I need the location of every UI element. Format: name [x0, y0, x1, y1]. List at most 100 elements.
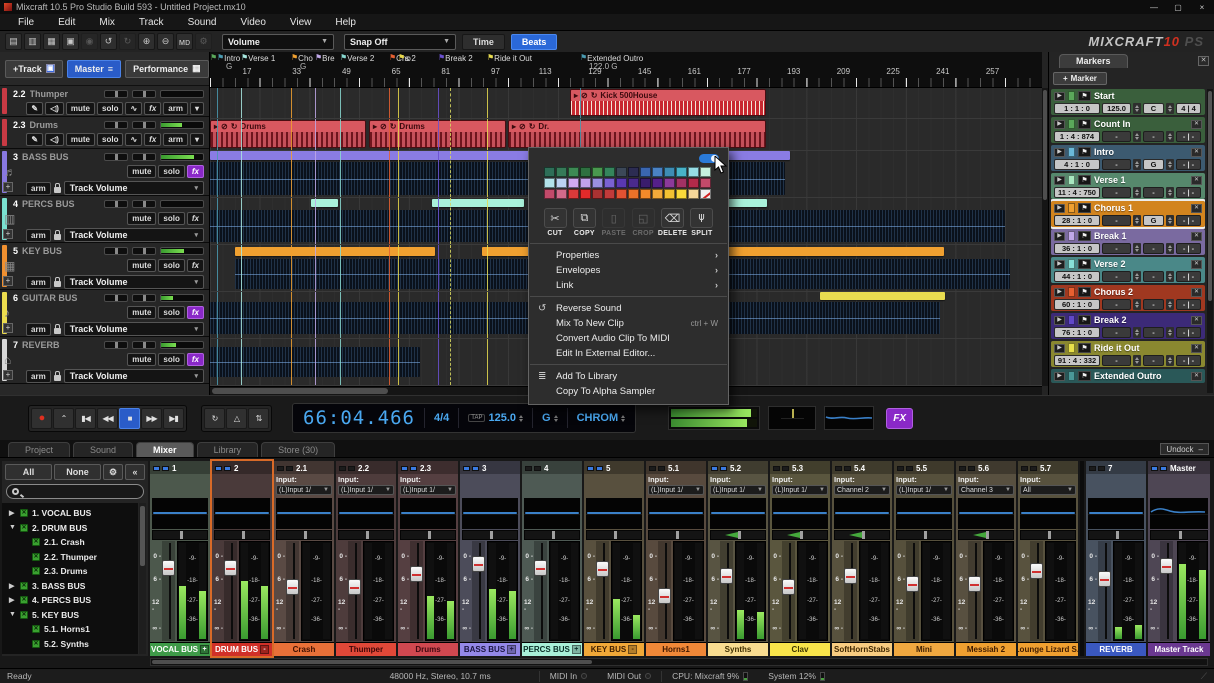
fader-handle[interactable] [534, 560, 547, 576]
tree-item-2-3-drums[interactable]: ✕2.3. Drums [2, 564, 138, 579]
select-all-button[interactable]: All [5, 464, 52, 480]
fader-handle[interactable] [224, 560, 237, 576]
color-swatch[interactable] [628, 178, 639, 188]
marker-time-signature[interactable]: - | - [1176, 271, 1201, 282]
color-swatch[interactable] [580, 189, 591, 199]
marker-color-chip[interactable] [1068, 287, 1075, 297]
channel-name-label[interactable]: VOCAL BUS+ [150, 642, 210, 656]
midi-icon[interactable]: ᴍᴅ [176, 33, 193, 50]
close-button[interactable]: × [1190, 0, 1214, 14]
color-swatch[interactable] [688, 167, 699, 177]
mixer-channel-5[interactable]: 50 -6 -12 -∞ --9--18--27--36-KEY BUS- [584, 461, 644, 656]
mixer-channel-2.2[interactable]: 2.2Input:(L)Input 1/▼0 -6 -12 -∞ --9--18… [336, 461, 396, 656]
pan-handle[interactable] [366, 531, 369, 539]
track-header-5[interactable]: 5KEY BUS▦mutesolofxarmTrack Volume▾+ [0, 243, 209, 290]
channel-eq-display[interactable] [896, 498, 952, 529]
marker-time-signature[interactable]: - | - [1176, 187, 1201, 198]
record-button[interactable]: ● [31, 408, 52, 429]
color-swatch[interactable] [640, 167, 651, 177]
channel-fader[interactable] [472, 541, 485, 641]
input-select[interactable]: (L)Input 1/▼ [648, 485, 704, 495]
channel-pan-slider[interactable] [338, 530, 394, 540]
expand-icon[interactable]: ▶ [1054, 316, 1065, 325]
pan-handle[interactable] [1116, 531, 1119, 539]
time-signature[interactable]: 4/4 [424, 408, 449, 428]
markers-scrollbar[interactable] [1207, 89, 1213, 393]
color-swatch[interactable] [568, 167, 579, 177]
channel-fader[interactable] [410, 541, 423, 641]
scrollbar-thumb[interactable] [1208, 91, 1212, 301]
channel-fader[interactable] [720, 541, 733, 641]
pan-handle[interactable] [304, 531, 307, 539]
input-select[interactable]: (L)Input 1/▼ [338, 485, 394, 495]
tempo-spinner[interactable] [1133, 327, 1141, 338]
marker-row-verse-2[interactable]: ▶⚑Verse 2✕44 : 1 : 0--- | - [1051, 257, 1205, 283]
menu-help[interactable]: Help [323, 17, 368, 28]
undo-icon[interactable]: ↺ [100, 33, 117, 50]
color-swatch[interactable] [616, 178, 627, 188]
expand-icon[interactable]: ▶ [1054, 288, 1065, 297]
add-subtrack-button[interactable]: + [3, 182, 13, 192]
track-enable-checkbox[interactable]: ✕ [32, 625, 40, 633]
master-track-button[interactable]: Master≡ [67, 60, 121, 78]
marker-flag-break-2[interactable]: ⚑Break 2 [438, 53, 473, 64]
channel-name-label[interactable]: KEY BUS- [584, 642, 644, 656]
delete-marker-icon[interactable]: ✕ [1191, 120, 1202, 129]
mixer-channel-2[interactable]: 20 -6 -12 -∞ --9--18--27--36-DRUM BUS- [212, 461, 272, 656]
channel-eq-display[interactable] [1150, 498, 1208, 529]
marker-color-chip[interactable] [1068, 147, 1075, 157]
marker-time-signature[interactable]: - | - [1176, 159, 1201, 170]
menu-item-add-to-library[interactable]: ≣Add To Library [529, 369, 728, 383]
color-swatch[interactable] [676, 167, 687, 177]
zoom-in-icon[interactable]: ⊕ [138, 33, 155, 50]
cut-button[interactable]: ✂CUT [541, 208, 569, 237]
marker-tempo[interactable]: 125.0 [1102, 103, 1131, 114]
marker-key[interactable]: - [1143, 355, 1164, 366]
channel-name-label[interactable]: Horns1 [646, 642, 706, 656]
menu-item-mix-to-new-clip[interactable]: Mix To New Clipctrl + W [529, 316, 728, 330]
track-enable-checkbox[interactable]: ✕ [32, 567, 40, 575]
marker-tempo[interactable]: - [1102, 271, 1131, 282]
color-swatch[interactable] [688, 189, 699, 199]
mode-spinner[interactable] [621, 415, 625, 422]
export-icon[interactable]: ▦ [43, 33, 60, 50]
track-header-6[interactable]: 6GUITAR BUS♪mutesolofxarmTrack Volume▾+ [0, 290, 209, 337]
mixer-channel-5.4[interactable]: 5.4Input:Channel 2▼0 -6 -12 -∞ --9--18--… [832, 461, 892, 656]
tree-arrow-icon[interactable]: ▶ [9, 582, 16, 590]
mixer-channel-5.6[interactable]: 5.6Input:Channel 3▼0 -6 -12 -∞ --9--18--… [956, 461, 1016, 656]
mixer-channel-2.3[interactable]: 2.3Input:(L)Input 1/▼0 -6 -12 -∞ --9--18… [398, 461, 458, 656]
color-swatch[interactable] [616, 189, 627, 199]
marker-color-chip[interactable] [1068, 259, 1075, 269]
input-select[interactable]: (L)Input 1/▼ [400, 485, 456, 495]
tempo-spinner[interactable] [1133, 355, 1141, 366]
solo-button[interactable]: solo [97, 133, 123, 146]
tree-item-4-percs-bus[interactable]: ▶✕4. PERCS BUS [2, 593, 138, 608]
delete-marker-icon[interactable]: ✕ [1191, 204, 1202, 213]
mixer-channel-master[interactable]: Master0 -6 -12 -∞ --9--18--27--36-Master… [1148, 461, 1210, 656]
marker-row-extended-outro[interactable]: ▶⚑Extended Outro✕ [1051, 369, 1205, 383]
audio-clip[interactable]: ▸⊘↻Kick 500House [570, 89, 766, 116]
channel-eq-display[interactable] [710, 498, 766, 529]
marker-position[interactable]: 76 : 1 : 0 [1054, 327, 1100, 338]
fx-button[interactable]: fx [187, 353, 204, 366]
marker-row-verse-1[interactable]: ▶⚑Verse 1✕11 : 4 : 750--- | - [1051, 173, 1205, 199]
track-header-3[interactable]: 3BASS BUS♬mutesolofxarmTrack Volume▾+ [0, 149, 209, 196]
track-enable-checkbox[interactable]: ✕ [32, 538, 40, 546]
menu-sound[interactable]: Sound [176, 17, 229, 28]
track-pan-slider[interactable] [104, 153, 128, 161]
track-header-2.2[interactable]: 2.2Thumper✎◁)mutesolo∿fxarm▾ [0, 86, 209, 117]
expand-bus-icon[interactable]: + [507, 645, 516, 654]
marker-color-chip[interactable] [1068, 371, 1075, 381]
rewind-button[interactable]: ◀◀ [97, 408, 118, 429]
color-swatch[interactable] [652, 189, 663, 199]
pan-handle[interactable] [924, 531, 927, 539]
color-swatch[interactable] [652, 167, 663, 177]
delete-marker-icon[interactable]: ✕ [1191, 372, 1202, 381]
track-volume-slider[interactable] [132, 90, 156, 98]
key-spinner[interactable] [1166, 187, 1174, 198]
channel-eq-display[interactable] [214, 498, 270, 529]
channel-fader[interactable] [224, 541, 237, 641]
delete-marker-icon[interactable]: ✕ [1191, 344, 1202, 353]
channel-fader[interactable] [1098, 541, 1111, 641]
marker-flag-cho[interactable]: ⚑ChoG [291, 53, 313, 64]
